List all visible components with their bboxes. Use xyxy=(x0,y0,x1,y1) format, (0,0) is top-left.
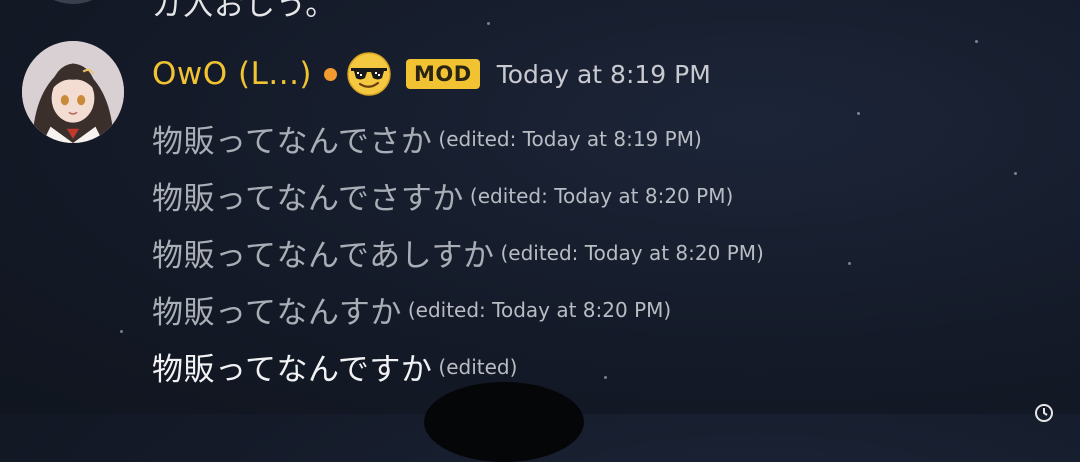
background-star xyxy=(120,330,123,333)
sunglasses-emoji-icon[interactable] xyxy=(346,51,392,97)
background-star xyxy=(1014,172,1017,175)
edited-label: (edited: Today at 8:20 PM) xyxy=(407,297,672,322)
message-text: 物販ってなんでさか xyxy=(152,124,433,160)
background-star xyxy=(857,112,860,115)
anime-girl-avatar-icon xyxy=(22,41,124,143)
message-revision: 物販ってなんすか (edited: Today at 8:20 PM) xyxy=(152,281,764,338)
message-timestamp[interactable]: Today at 8:19 PM xyxy=(497,60,711,89)
idle-status-icon xyxy=(324,67,338,81)
message-text: 物販ってなんでさすか xyxy=(152,181,464,217)
message-current[interactable]: 物販ってなんですか (edited) xyxy=(152,338,764,395)
message-revision: 物販ってなんでさすか (edited: Today at 8:20 PM) xyxy=(152,167,764,224)
message-text: 物販ってなんですか xyxy=(152,352,433,388)
message-text: 物販ってなんであしすか xyxy=(152,238,495,274)
edited-label: (edited: Today at 8:20 PM) xyxy=(469,183,734,208)
background-star xyxy=(487,22,490,25)
background-star xyxy=(975,40,978,43)
message-text: 物販ってなんすか xyxy=(152,295,402,331)
previous-message-text: ガ入おしう。 xyxy=(152,0,337,23)
message-header: OwO (L...) MOD Today at 8:19 PM xyxy=(152,50,711,98)
edited-label: (edited) xyxy=(438,354,518,379)
message-revision: 物販ってなんであしすか (edited: Today at 8:20 PM) xyxy=(152,224,764,281)
background-star xyxy=(848,262,851,265)
next-message-avatar[interactable] xyxy=(424,382,584,462)
username[interactable]: OwO (L...) xyxy=(152,56,312,92)
mod-badge: MOD xyxy=(406,59,480,89)
message-revision: 物販ってなんでさか (edited: Today at 8:19 PM) xyxy=(152,110,764,167)
avatar[interactable] xyxy=(22,41,124,143)
previous-avatar[interactable] xyxy=(24,0,122,4)
edited-label: (edited: Today at 8:20 PM) xyxy=(500,240,764,265)
message-edit-history: 物販ってなんでさか (edited: Today at 8:19 PM) 物販っ… xyxy=(152,110,764,395)
edited-label: (edited: Today at 8:19 PM) xyxy=(438,126,702,151)
clock-icon xyxy=(1035,404,1053,422)
